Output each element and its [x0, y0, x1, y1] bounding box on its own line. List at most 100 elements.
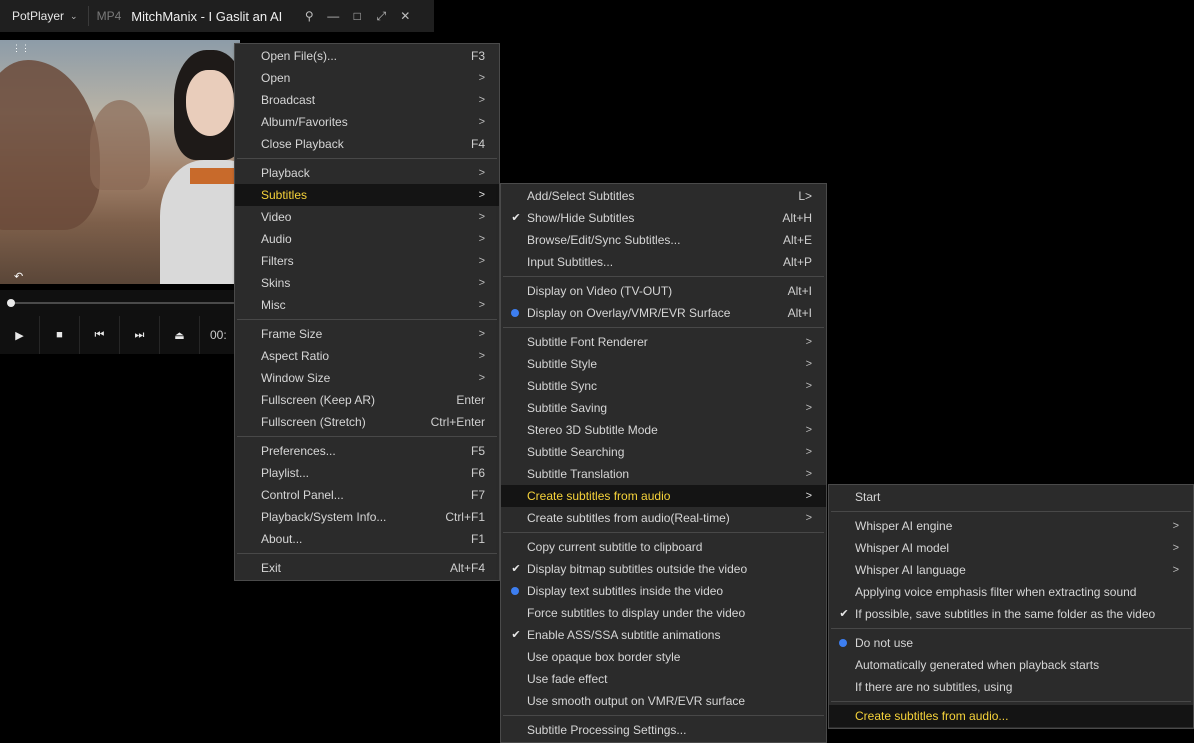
submenu-arrow-icon: > [478, 350, 485, 362]
menu-item-label: Create subtitles from audio... [855, 709, 1009, 723]
menu-item-window-size[interactable]: Window Size > [235, 367, 499, 389]
radio-dot-icon [511, 587, 519, 595]
menu-item-label: Use fade effect [527, 672, 608, 686]
submenu-arrow-icon: > [478, 167, 485, 179]
menu-item-do-not-use[interactable]: Do not use [829, 632, 1193, 654]
menu-item-about[interactable]: About... F1 [235, 528, 499, 550]
minimize-icon[interactable]: — [321, 9, 345, 23]
menu-item-filters[interactable]: Filters > [235, 250, 499, 272]
seek-handle[interactable] [7, 299, 15, 307]
seek-bar[interactable] [0, 290, 240, 316]
menu-item-create-subtitles-from-audio-real-time[interactable]: Create subtitles from audio(Real-time) > [501, 507, 826, 529]
app-menu-button[interactable]: PotPlayer ⌄ [0, 0, 88, 32]
menu-item-shortcut: Ctrl+F1 [445, 510, 485, 524]
checkmark-icon: ✔ [511, 629, 521, 641]
menu-item-label: Frame Size [261, 327, 323, 341]
menu-item-label: Broadcast [261, 93, 316, 107]
menu-item-copy-current-subtitle-to-clipboard[interactable]: Copy current subtitle to clipboard [501, 536, 826, 558]
menu-item-label: Subtitle Sync [527, 379, 598, 393]
menu-item-misc[interactable]: Misc > [235, 294, 499, 316]
menu-item-subtitle-style[interactable]: Subtitle Style > [501, 353, 826, 375]
menu-item-create-subtitles-from-audio[interactable]: Create subtitles from audio > [501, 485, 826, 507]
menu-item-open[interactable]: Open > [235, 67, 499, 89]
menu-item-whisper-ai-language[interactable]: Whisper AI language > [829, 559, 1193, 581]
menu-separator [501, 712, 826, 719]
menu-item-add-select-subtitles[interactable]: Add/Select Subtitles L> [501, 185, 826, 207]
checkmark-icon: ✔ [511, 563, 521, 575]
menu-item-shortcut: F1 [470, 532, 485, 546]
menu-item-fullscreen-stretch[interactable]: Fullscreen (Stretch) Ctrl+Enter [235, 411, 499, 433]
menu-item-subtitle-font-renderer[interactable]: Subtitle Font Renderer > [501, 331, 826, 353]
back-icon[interactable]: ↶ [14, 270, 23, 283]
menu-item-playlist[interactable]: Playlist... F6 [235, 462, 499, 484]
context-menu: Open File(s)... F3 Open > Broadcast > Album/Fa… [234, 43, 500, 581]
menu-item-subtitle-processing-settings[interactable]: Subtitle Processing Settings... [501, 719, 826, 741]
menu-item-create-subtitles-from-audio[interactable]: Create subtitles from audio... [829, 705, 1193, 727]
menu-item-display-bitmap-subtitles-outside-the-video[interactable]: ✔ Display bitmap subtitles outside the vi… [501, 558, 826, 580]
menu-item-label: Applying voice emphasis filter when extr… [855, 585, 1137, 599]
menu-item-label: Subtitle Searching [527, 445, 625, 459]
menu-item-start[interactable]: Start [829, 486, 1193, 508]
menu-item-audio[interactable]: Audio > [235, 228, 499, 250]
menu-item-close-playback[interactable]: Close Playback F4 [235, 133, 499, 155]
menu-item-label: Exit [261, 561, 282, 575]
menu-item-label: Whisper AI language [855, 563, 966, 577]
menu-item-broadcast[interactable]: Broadcast > [235, 89, 499, 111]
menu-item-subtitle-searching[interactable]: Subtitle Searching > [501, 441, 826, 463]
menu-item-applying-voice-emphasis-filter-when-extracting-sound[interactable]: Applying voice emphasis filter when extr… [829, 581, 1193, 603]
next-icon[interactable]: ⏭ [120, 316, 160, 354]
menu-item-skins[interactable]: Skins > [235, 272, 499, 294]
menu-item-shortcut: F5 [470, 444, 485, 458]
menu-item-if-possible-save-subtitles-in-the-same-folder-as-the-video[interactable]: ✔ If possible, save subtitles in the same… [829, 603, 1193, 625]
stop-icon[interactable]: ■ [40, 316, 80, 354]
menu-item-preferences[interactable]: Preferences... F5 [235, 440, 499, 462]
menu-item-display-on-video-tv-out[interactable]: Display on Video (TV-OUT) Alt+I [501, 280, 826, 302]
menu-item-frame-size[interactable]: Frame Size > [235, 323, 499, 345]
pin-icon[interactable]: ⚲ [297, 9, 321, 23]
menu-item-use-smooth-output-on-vmr-evr-surface[interactable]: Use smooth output on VMR/EVR surface [501, 690, 826, 712]
menu-item-label: Subtitle Font Renderer [527, 335, 648, 349]
menu-item-automatically-generated-when-playback-starts[interactable]: Automatically generated when playback st… [829, 654, 1193, 676]
play-icon[interactable]: ▶ [0, 316, 40, 354]
previous-icon[interactable]: ⏮ [80, 316, 120, 354]
menu-item-open-file-s[interactable]: Open File(s)... F3 [235, 45, 499, 67]
checkmark-icon: ✔ [511, 212, 521, 224]
menu-item-use-opaque-box-border-style[interactable]: Use opaque box border style [501, 646, 826, 668]
menu-item-browse-edit-sync-subtitles[interactable]: Browse/Edit/Sync Subtitles... Alt+E [501, 229, 826, 251]
menu-item-subtitle-translation[interactable]: Subtitle Translation > [501, 463, 826, 485]
menu-item-subtitle-saving[interactable]: Subtitle Saving > [501, 397, 826, 419]
maximize-icon[interactable]: □ [345, 9, 369, 23]
video-frame[interactable] [0, 40, 240, 284]
menu-item-input-subtitles[interactable]: Input Subtitles... Alt+P [501, 251, 826, 273]
menu-item-display-on-overlay-vmr-evr-surface[interactable]: Display on Overlay/VMR/EVR Surface Alt+I [501, 302, 826, 324]
close-icon[interactable]: ✕ [393, 9, 417, 23]
osd-icon: ⋮⋮ [12, 43, 30, 53]
menu-item-control-panel[interactable]: Control Panel... F7 [235, 484, 499, 506]
menu-item-label: Aspect Ratio [261, 349, 330, 363]
menu-item-video[interactable]: Video > [235, 206, 499, 228]
menu-item-use-fade-effect[interactable]: Use fade effect [501, 668, 826, 690]
menu-item-display-text-subtitles-inside-the-video[interactable]: Display text subtitles inside the video [501, 580, 826, 602]
menu-item-subtitle-sync[interactable]: Subtitle Sync > [501, 375, 826, 397]
menu-item-stereo-3d-subtitle-mode[interactable]: Stereo 3D Subtitle Mode > [501, 419, 826, 441]
fullscreen-icon[interactable]: ⤢ [369, 9, 393, 24]
menu-item-shortcut: Ctrl+Enter [430, 415, 485, 429]
menu-item-album-favorites[interactable]: Album/Favorites > [235, 111, 499, 133]
title-bar: PotPlayer ⌄ MP4 MitchManix - I Gaslit an… [0, 0, 434, 32]
menu-item-if-there-are-no-subtitles-using[interactable]: If there are no subtitles, using [829, 676, 1193, 698]
menu-item-enable-ass-ssa-subtitle-animations[interactable]: ✔ Enable ASS/SSA subtitle animations [501, 624, 826, 646]
menu-separator [235, 155, 499, 162]
submenu-arrow-icon: > [478, 299, 485, 311]
menu-item-playback-system-info[interactable]: Playback/System Info... Ctrl+F1 [235, 506, 499, 528]
menu-item-whisper-ai-engine[interactable]: Whisper AI engine > [829, 515, 1193, 537]
menu-item-show-hide-subtitles[interactable]: ✔ Show/Hide Subtitles Alt+H [501, 207, 826, 229]
menu-item-playback[interactable]: Playback > [235, 162, 499, 184]
menu-item-exit[interactable]: Exit Alt+F4 [235, 557, 499, 579]
menu-item-label: Add/Select Subtitles [527, 189, 635, 203]
menu-item-aspect-ratio[interactable]: Aspect Ratio > [235, 345, 499, 367]
eject-icon[interactable]: ⏏ [160, 316, 200, 354]
menu-item-force-subtitles-to-display-under-the-video[interactable]: Force subtitles to display under the vid… [501, 602, 826, 624]
menu-item-fullscreen-keep-ar[interactable]: Fullscreen (Keep AR) Enter [235, 389, 499, 411]
menu-item-whisper-ai-model[interactable]: Whisper AI model > [829, 537, 1193, 559]
menu-item-subtitles[interactable]: Subtitles > [235, 184, 499, 206]
